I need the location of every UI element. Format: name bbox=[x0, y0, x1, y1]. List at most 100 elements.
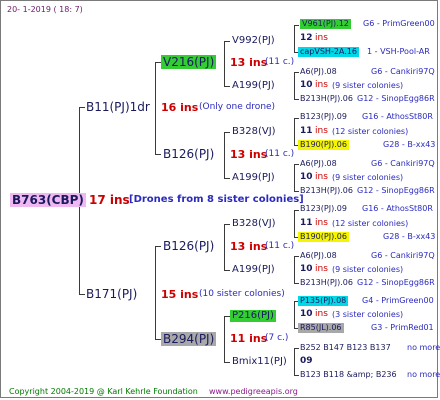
gen4-queen[interactable]: A6(PJ).08 bbox=[300, 68, 337, 76]
gen4-info: G6 - Cankiri97Q bbox=[371, 251, 435, 260]
connector bbox=[294, 99, 299, 100]
gen3-b1-queen[interactable]: B328(VJ) bbox=[232, 127, 276, 137]
copyright: Copyright 2004-2019 @ Karl Kehrle Founda… bbox=[9, 387, 198, 396]
root-note: [Drones from 8 sister colonies] bbox=[129, 194, 304, 205]
gen4-info: G28 - B-xx43 bbox=[383, 140, 436, 149]
gen4-ins-count: 10 bbox=[300, 172, 313, 182]
gen2-a-ins: 13 ins bbox=[230, 56, 268, 69]
connector bbox=[224, 362, 230, 363]
connector bbox=[294, 348, 295, 375]
gen4-queen[interactable]: R85(JL).06 bbox=[298, 323, 344, 333]
connector bbox=[79, 107, 85, 108]
gen4-ins-count: 10 bbox=[300, 309, 313, 319]
connector bbox=[224, 270, 230, 271]
gen4-note: (9 sister colonies) bbox=[332, 81, 404, 90]
connector bbox=[294, 283, 299, 284]
gen4-info: G12 - SinopEgg86R bbox=[357, 94, 435, 103]
gen4-ins-count: 11 bbox=[300, 126, 313, 136]
connector bbox=[294, 164, 299, 165]
gen4-info: G4 - PrimGreen00 bbox=[362, 296, 434, 305]
gen4-queen[interactable]: B123(PJ).09 bbox=[300, 205, 347, 213]
gen3-b2-queen[interactable]: A199(PJ) bbox=[232, 173, 275, 183]
gen4-queen[interactable]: B190(PJ).06 bbox=[298, 232, 349, 242]
connector bbox=[294, 210, 295, 237]
gen4-note: (9 sister colonies) bbox=[332, 173, 404, 182]
gen4-info: G6 - PrimGreen00 bbox=[363, 19, 435, 28]
gen4-queen[interactable]: A6(PJ).08 bbox=[300, 252, 337, 260]
gen4-info: 1 - VSH-Pool-AR bbox=[367, 47, 430, 56]
gen4-info: G16 - AthosSt80R bbox=[362, 204, 433, 213]
gen4-note: (12 sister colonies) bbox=[332, 127, 409, 136]
gen3-d2-queen[interactable]: Bmix11(PJ) bbox=[232, 357, 287, 367]
connector bbox=[224, 224, 225, 270]
gen4-ins: ins bbox=[315, 218, 328, 228]
gen4-queen[interactable]: V961(PJ).12 bbox=[300, 19, 351, 29]
gen4-info: no more bbox=[407, 343, 440, 352]
gen4-queen[interactable]: B190(PJ).06 bbox=[298, 140, 349, 150]
connector bbox=[155, 62, 156, 154]
gen4-info: G12 - SinopEgg86R bbox=[357, 278, 435, 287]
gen4-info: G12 - SinopEgg86R bbox=[357, 186, 435, 195]
connector bbox=[294, 191, 299, 192]
gen4-note: (12 sister colonies) bbox=[332, 219, 409, 228]
connector bbox=[294, 301, 295, 328]
gen2-a-queen[interactable]: V216(PJ) bbox=[161, 55, 217, 69]
gen2-c-ins: 13 ins bbox=[230, 240, 268, 253]
connector bbox=[294, 25, 295, 52]
gen4-queen[interactable]: B213H(PJ).06 bbox=[300, 95, 353, 103]
gen4-info: G3 - PrimRed01 bbox=[371, 323, 434, 332]
gen4-queen[interactable]: capVSH-2A.16 bbox=[298, 47, 359, 57]
root-queen[interactable]: B763(CBP) bbox=[10, 193, 86, 207]
sire-ins: 16 ins bbox=[161, 101, 199, 114]
connector bbox=[294, 256, 295, 283]
connector bbox=[155, 154, 161, 155]
connector bbox=[294, 256, 299, 257]
gen4-ins-count: 11 bbox=[300, 218, 313, 228]
gen2-b-note: (11 c.) bbox=[265, 149, 295, 159]
gen3-c1-queen[interactable]: B328(VJ) bbox=[232, 219, 276, 229]
gen2-b-ins: 13 ins bbox=[230, 148, 268, 161]
gen4-queen[interactable]: B213H(PJ).06 bbox=[300, 279, 353, 287]
root-ins: 17 ins bbox=[89, 193, 130, 207]
gen4-queen[interactable]: A6(PJ).08 bbox=[300, 160, 337, 168]
gen4-queen[interactable]: B213H(PJ).06 bbox=[300, 187, 353, 195]
gen4-ins-count: 10 bbox=[300, 80, 313, 90]
gen4-info: G6 - Cankiri97Q bbox=[371, 67, 435, 76]
connector bbox=[224, 41, 230, 42]
gen2-c-queen[interactable]: B126(PJ) bbox=[163, 240, 214, 252]
connector bbox=[224, 224, 230, 225]
gen4-queen[interactable]: B123 B118 &amp; B236 bbox=[300, 371, 397, 379]
gen3-c2-queen[interactable]: A199(PJ) bbox=[232, 265, 275, 275]
date-stamp: 20- 1-2019 ( 18: 7) bbox=[7, 5, 83, 14]
gen4-info: G28 - B-xx43 bbox=[383, 232, 436, 241]
gen4-queen[interactable]: B252 B147 B123 B137 bbox=[300, 344, 391, 352]
dam-ins: 15 ins bbox=[161, 288, 199, 301]
gen2-d-queen[interactable]: B294(PJ) bbox=[161, 332, 217, 346]
connector bbox=[294, 118, 299, 119]
sire-queen[interactable]: B11(PJ)1dr bbox=[86, 101, 150, 113]
gen2-b-queen[interactable]: B126(PJ) bbox=[163, 148, 214, 160]
connector bbox=[294, 72, 295, 99]
connector bbox=[224, 41, 225, 86]
gen4-queen[interactable]: P135(PJ).08 bbox=[298, 296, 349, 306]
gen4-ins-count: 09 bbox=[300, 356, 313, 366]
dam-note: (10 sister colonies) bbox=[199, 289, 285, 299]
connector bbox=[224, 316, 225, 362]
gen3-a1-queen[interactable]: V992(PJ) bbox=[232, 36, 275, 46]
gen4-ins: ins bbox=[315, 126, 328, 136]
connector bbox=[224, 132, 225, 178]
gen4-note: (9 sister colonies) bbox=[332, 265, 404, 274]
connector bbox=[155, 246, 156, 339]
gen4-ins: ins bbox=[315, 33, 328, 43]
gen4-ins-count: 12 bbox=[300, 33, 313, 43]
gen4-ins: ins bbox=[315, 264, 328, 274]
gen4-queen[interactable]: B123(PJ).09 bbox=[300, 113, 347, 121]
site-url[interactable]: www.pedigreeapis.org bbox=[209, 388, 298, 396]
gen2-d-note: (7 c.) bbox=[265, 333, 289, 343]
gen4-info: no more bbox=[407, 370, 440, 379]
gen3-a2-queen[interactable]: A199(PJ) bbox=[232, 81, 275, 91]
dam-queen[interactable]: B171(PJ) bbox=[86, 288, 137, 300]
gen2-a-note: (11 c.) bbox=[265, 57, 295, 67]
gen4-ins: ins bbox=[315, 172, 328, 182]
gen3-d1-queen[interactable]: P216(PJ) bbox=[230, 310, 276, 322]
